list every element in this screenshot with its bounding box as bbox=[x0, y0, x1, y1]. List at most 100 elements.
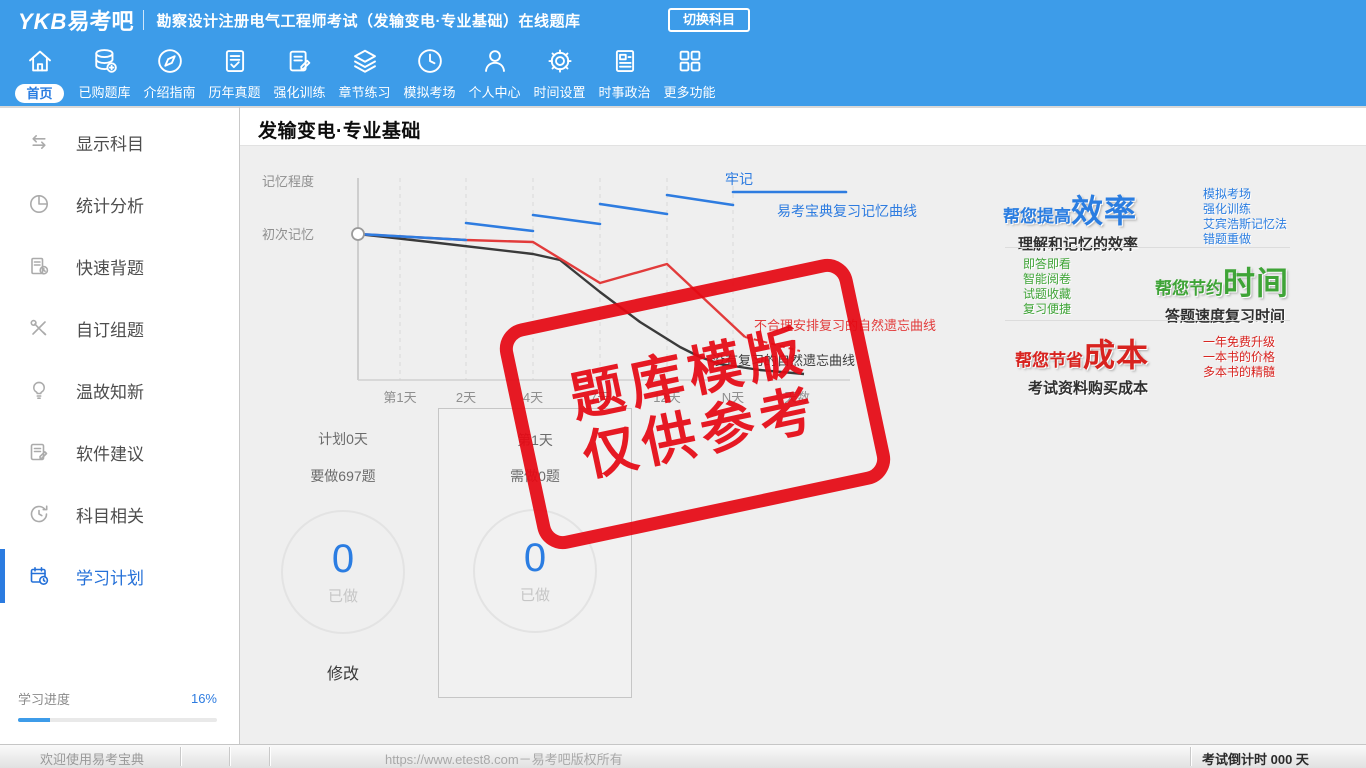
toolbar-item-mock-exam[interactable]: 模拟考场 bbox=[397, 40, 462, 106]
toolbar-label: 时间设置 bbox=[533, 85, 586, 100]
promo-big-word: 时间 bbox=[1223, 265, 1290, 301]
promo-list-item: 错题重做 bbox=[1203, 232, 1252, 246]
toolbar-item-current-politics[interactable]: 时事政治 bbox=[592, 40, 657, 106]
plan-day-questions: 需做0题 bbox=[510, 468, 560, 484]
toolbar-item-intensive-training[interactable]: 强化训练 bbox=[267, 40, 332, 106]
status-divider bbox=[1190, 747, 1191, 766]
done-label: 已做 bbox=[519, 587, 550, 604]
blue-series-label: 易考宝典复习记忆曲线 bbox=[777, 203, 917, 219]
related-icon bbox=[27, 502, 51, 526]
grid-icon bbox=[675, 46, 705, 81]
toolbar-label: 模拟考场 bbox=[403, 85, 456, 100]
sidebar-item-review[interactable]: 温故知新 bbox=[0, 359, 239, 421]
sidebar-item-subject-related[interactable]: 科目相关 bbox=[0, 483, 239, 545]
progress-track bbox=[18, 718, 217, 722]
main-toolbar: 首页 已购题库 介绍指南 历年真题 强化训练 章节练习 模拟考场 个人中心 时间… bbox=[0, 40, 1366, 106]
done-count: 0 bbox=[331, 537, 355, 581]
promo-efficiency-list: 模拟考场 强化训练 艾宾浩斯记忆法 错题重做 bbox=[1203, 187, 1287, 247]
promo-list-item: 一年免费升级 bbox=[1203, 335, 1276, 349]
toolbar-label: 首页 bbox=[15, 84, 64, 103]
sidebar-item-quick-memorize[interactable]: 快速背题 bbox=[0, 235, 239, 297]
promo-prefix: 帮您提高 bbox=[1003, 207, 1071, 226]
pie-icon bbox=[27, 192, 51, 216]
sidebar-item-study-plan[interactable]: 学习计划 bbox=[0, 545, 239, 607]
promo-subtitle: 理解和记忆的效率 bbox=[1018, 236, 1139, 253]
clock-icon bbox=[415, 46, 445, 81]
sidebar-item-software-feedback[interactable]: 软件建议 bbox=[0, 421, 239, 483]
review-memory-curve-segment bbox=[665, 193, 735, 207]
progress-value: 16% bbox=[190, 691, 217, 706]
forgetting-curve-bad-review bbox=[357, 232, 746, 338]
promo-divider bbox=[1005, 247, 1290, 248]
main-content: 发输变电·专业基础 记忆程度 初次记忆 牢记 易考宝典复习记忆曲线 不合理安排复习的自然… bbox=[240, 106, 1366, 744]
suggest-icon bbox=[27, 440, 51, 464]
sidebar-item-label: 统计分析 bbox=[76, 196, 144, 216]
status-bar: 欢迎使用易考宝典 https://www.etest8.com－易考吧版权所有 … bbox=[0, 744, 1366, 768]
app-title: 勘察设计注册电气工程师考试（发输变电·专业基础）在线题库 bbox=[156, 12, 581, 30]
promo-list-item: 试题收藏 bbox=[1023, 287, 1072, 301]
modify-plan-button[interactable]: 修改 bbox=[327, 660, 359, 684]
toolbar-label: 介绍指南 bbox=[143, 85, 196, 100]
promo-big-word: 成本 bbox=[1083, 337, 1150, 373]
review-memory-curve-segment bbox=[464, 221, 535, 233]
compass-icon bbox=[155, 46, 185, 81]
sidebar-item-custom-quiz[interactable]: 自订组题 bbox=[0, 297, 239, 359]
toolbar-item-profile[interactable]: 个人中心 bbox=[462, 40, 527, 106]
doc-check-icon bbox=[220, 46, 250, 81]
sidebar-item-label: 快速背题 bbox=[76, 258, 144, 278]
promo-prefix: 帮您节省 bbox=[1015, 351, 1083, 370]
toolbar-item-chapter-practice[interactable]: 章节练习 bbox=[332, 40, 397, 106]
plan-card-day[interactable]: 第1天 需做0题 0 已做 bbox=[438, 408, 632, 698]
toolbar-label: 强化训练 bbox=[273, 85, 326, 100]
sidebar-item-label: 科目相关 bbox=[76, 506, 144, 526]
promo-list-item: 艾宾浩斯记忆法 bbox=[1203, 217, 1288, 231]
promo-prefix: 帮您节约 bbox=[1155, 279, 1223, 298]
forgetting-curve-bad-review-dashed bbox=[744, 336, 801, 352]
promo-list-item: 模拟考场 bbox=[1203, 187, 1252, 201]
promo-time-headline: 帮您节约 时间 答题速度复习时间 bbox=[1155, 258, 1289, 326]
copyright-text: https://www.etest8.com－易考吧版权所有 bbox=[385, 752, 623, 767]
sidebar-item-label: 学习计划 bbox=[76, 568, 144, 588]
sidebar-item-label: 温故知新 bbox=[76, 382, 144, 402]
review-memory-curve-segment bbox=[531, 213, 602, 226]
plan-day-number: 第1天 bbox=[517, 432, 553, 448]
toolbar-item-guide[interactable]: 介绍指南 bbox=[137, 40, 202, 106]
switch-subject-button[interactable]: 切换科目 bbox=[668, 8, 751, 32]
done-ring: 0 已做 bbox=[473, 509, 597, 633]
toolbar-label: 历年真题 bbox=[208, 85, 261, 100]
sidebar-item-label: 自订组题 bbox=[76, 320, 144, 340]
x-tick-label: 7天 bbox=[590, 390, 610, 405]
toolbar-item-time-settings[interactable]: 时间设置 bbox=[527, 40, 592, 106]
memory-curve-chart: 记忆程度初次记忆 牢记易考宝典复习记忆曲线不合理安排复习的自然遗忘曲线没有复习的自… bbox=[262, 171, 936, 405]
status-divider bbox=[229, 747, 230, 766]
promo-list-item: 多本书的精髓 bbox=[1203, 365, 1276, 379]
sidebar-item-statistics[interactable]: 统计分析 bbox=[0, 173, 239, 235]
doc-pencil-icon bbox=[285, 46, 315, 81]
toolbar-item-past-papers[interactable]: 历年真题 bbox=[202, 40, 267, 106]
start-point-marker bbox=[351, 227, 365, 241]
promo-subtitle: 考试资料购买成本 bbox=[1028, 380, 1149, 397]
sidebar-item-show-subjects[interactable]: 显示科目 bbox=[0, 111, 239, 173]
progress-fill bbox=[18, 718, 50, 722]
promo-efficiency-headline: 帮您提高 效率 理解和记忆的效率 bbox=[1003, 186, 1138, 254]
promo-cost-headline: 帮您节省 成本 考试资料购买成本 bbox=[1015, 330, 1149, 398]
promo-list-item: 即答即看 bbox=[1023, 257, 1072, 271]
promo-list-item: 智能阅卷 bbox=[1023, 272, 1072, 286]
toolbar-label: 章节练习 bbox=[338, 85, 391, 100]
toolbar-item-home[interactable]: 首页 bbox=[7, 40, 72, 106]
bulb-icon bbox=[27, 378, 51, 402]
toolbar-label: 时事政治 bbox=[598, 85, 651, 100]
status-divider bbox=[180, 747, 181, 766]
app-logo: YKB易考吧 bbox=[18, 4, 133, 36]
toolbar-item-more[interactable]: 更多功能 bbox=[657, 40, 722, 106]
promo-big-word: 效率 bbox=[1071, 193, 1138, 229]
x-tick-label: 天数 bbox=[784, 390, 810, 405]
person-icon bbox=[480, 46, 510, 81]
logo-prefix: YKB bbox=[18, 9, 68, 34]
news-icon bbox=[610, 46, 640, 81]
black-series-label: 没有复习的自然遗忘曲线 bbox=[712, 353, 855, 368]
gear-icon bbox=[545, 46, 575, 81]
toolbar-item-purchased-banks[interactable]: 已购题库 bbox=[72, 40, 137, 106]
plan-total-questions: 要做697题 bbox=[310, 468, 376, 484]
content-title-bar: 发输变电·专业基础 bbox=[240, 106, 1366, 146]
